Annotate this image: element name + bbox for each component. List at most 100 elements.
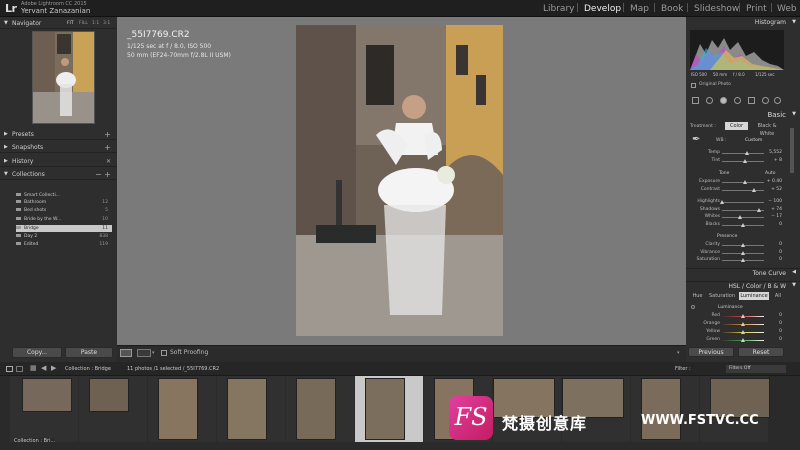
soft-proof-checkbox[interactable] — [161, 350, 167, 356]
slider-track[interactable] — [720, 200, 764, 204]
slider-track[interactable] — [722, 223, 764, 227]
slider-handle[interactable] — [737, 215, 742, 219]
identity-plate[interactable]: Yervant Zanazanian — [21, 7, 90, 15]
filter-select[interactable]: Filters Off — [726, 365, 786, 373]
filmstrip-thumbnail[interactable] — [217, 376, 285, 442]
crop-tool-icon[interactable] — [706, 97, 713, 104]
hsl-slider-value[interactable]: 0 — [765, 321, 782, 326]
slider-value[interactable]: + 0.40 — [765, 179, 782, 184]
hsl-slider-value[interactable]: 0 — [765, 337, 782, 342]
hsl-slider-track[interactable] — [722, 338, 764, 342]
slider-handle[interactable] — [745, 151, 750, 155]
slider-value[interactable]: 0 — [765, 257, 782, 262]
slider-track[interactable] — [722, 243, 764, 247]
slider-value[interactable]: + 74 — [765, 207, 782, 212]
module-web[interactable]: Web — [777, 4, 797, 14]
add-collection-button[interactable]: − + — [95, 169, 111, 180]
slider-handle[interactable] — [741, 258, 745, 262]
hsl-slider-value[interactable]: 0 — [765, 313, 782, 318]
module-slideshow[interactable]: Slideshow — [694, 4, 739, 14]
slider-value[interactable]: 0 — [765, 222, 782, 227]
filmstrip-thumbnail[interactable] — [700, 376, 770, 442]
slider-handle[interactable] — [743, 180, 748, 184]
collection-item[interactable]: Bathroom 12 — [16, 199, 112, 206]
add-preset-button[interactable]: + — [104, 129, 111, 140]
history-header[interactable]: ▶ History ✕ — [0, 156, 117, 167]
slider-track[interactable] — [722, 258, 764, 262]
slider-handle[interactable] — [743, 159, 748, 163]
module-develop[interactable]: Develop — [584, 4, 621, 14]
slider-track[interactable] — [722, 208, 764, 212]
second-window-icon[interactable] — [16, 366, 23, 372]
filmstrip-thumbnail[interactable] — [631, 376, 699, 442]
zoom-3-1[interactable]: 3:1 — [103, 18, 110, 29]
previous-button[interactable]: Previous — [688, 347, 734, 357]
slider-value[interactable]: 0 — [765, 242, 782, 247]
slider-value[interactable]: + 8 — [765, 158, 782, 163]
copy-settings-button[interactable]: Copy... — [12, 347, 62, 358]
slider-track[interactable] — [722, 188, 764, 192]
wb-eyedropper-icon[interactable]: ✒ — [692, 134, 700, 145]
paste-settings-button[interactable]: Paste — [65, 347, 113, 358]
radial-filter-icon[interactable] — [762, 97, 769, 104]
histogram-header[interactable]: Histogram ▼ — [686, 19, 800, 26]
module-library[interactable]: Library — [543, 4, 574, 14]
filmstrip-thumbnail-selected[interactable] — [355, 376, 423, 442]
collection-item[interactable]: Smart Collecti... — [16, 192, 112, 199]
slider-track[interactable] — [722, 159, 764, 163]
slider-value[interactable]: − 17 — [765, 214, 782, 219]
hsl-tab-hue[interactable]: Hue — [690, 292, 705, 300]
slider-track[interactable] — [722, 215, 764, 219]
slider-value[interactable]: 0 — [765, 250, 782, 255]
slider-handle[interactable] — [741, 330, 745, 334]
collection-item[interactable]: Bride by the W... 10 — [16, 216, 112, 223]
slider-track[interactable] — [722, 180, 764, 184]
slider-handle[interactable] — [741, 338, 745, 342]
right-panel-scrollbar[interactable] — [790, 128, 794, 173]
zoom-fill[interactable]: FILL — [79, 18, 88, 29]
main-photo[interactable] — [296, 25, 503, 336]
dropdown-arrow-icon[interactable]: ▾ — [152, 350, 155, 356]
hsl-tab-all[interactable]: All — [772, 292, 784, 300]
spot-removal-icon[interactable] — [720, 97, 727, 104]
hsl-tab-luminance[interactable]: Luminance — [739, 292, 769, 300]
basic-header[interactable]: Basic ▼ — [686, 111, 800, 119]
presets-header[interactable]: ▶ Presets + — [0, 129, 117, 140]
adjustment-brush-icon[interactable] — [774, 97, 781, 104]
filmstrip-thumbnail[interactable] — [148, 376, 216, 442]
hsl-slider-value[interactable]: 0 — [765, 329, 782, 334]
slider-handle[interactable] — [756, 208, 761, 212]
treatment-bw[interactable]: Black & White — [750, 122, 784, 138]
hsl-slider-track[interactable] — [722, 314, 764, 318]
filmstrip-thumbnail[interactable] — [10, 376, 78, 442]
filmstrip-thumbnail[interactable] — [286, 376, 354, 442]
hsl-slider-track[interactable] — [722, 322, 764, 326]
slider-handle[interactable] — [741, 251, 745, 255]
slider-value[interactable]: − 100 — [765, 199, 782, 204]
tone-auto-button[interactable]: Auto — [765, 171, 775, 176]
navigator-header[interactable]: ▼ Navigator FIT FILL 1:1 3:1 — [0, 18, 117, 29]
collection-item-selected[interactable]: Bridge 11 — [16, 225, 112, 232]
treatment-color[interactable]: Color — [725, 122, 748, 130]
grid-tool-icon[interactable] — [692, 97, 699, 104]
red-eye-icon[interactable] — [734, 97, 741, 104]
snapshots-header[interactable]: ▶ Snapshots + — [0, 142, 117, 153]
hsl-tab-saturation[interactable]: Saturation — [707, 292, 737, 300]
tone-curve-header[interactable]: Tone Curve ◀ — [686, 268, 800, 277]
slider-handle[interactable] — [741, 243, 745, 247]
reset-button[interactable]: Reset — [738, 347, 784, 357]
collection-item[interactable]: Edited 119 — [16, 241, 112, 248]
hsl-target-adjust-icon[interactable] — [691, 305, 695, 309]
slider-handle[interactable] — [741, 314, 745, 318]
loupe-view-icon[interactable] — [120, 349, 132, 357]
before-after-view-icon[interactable] — [137, 349, 151, 357]
original-photo-checkbox[interactable] — [691, 83, 696, 88]
slider-value[interactable]: 5,552 — [765, 150, 782, 155]
main-window-icon[interactable] — [6, 366, 13, 372]
slider-track[interactable] — [722, 151, 764, 155]
back-arrow-icon[interactable]: ◀ — [41, 364, 46, 372]
add-snapshot-button[interactable]: + — [104, 142, 111, 153]
module-print[interactable]: Print — [746, 4, 767, 14]
grid-view-icon[interactable]: ▦ — [30, 364, 37, 372]
collection-item[interactable]: Bed shots 5 — [16, 207, 112, 214]
